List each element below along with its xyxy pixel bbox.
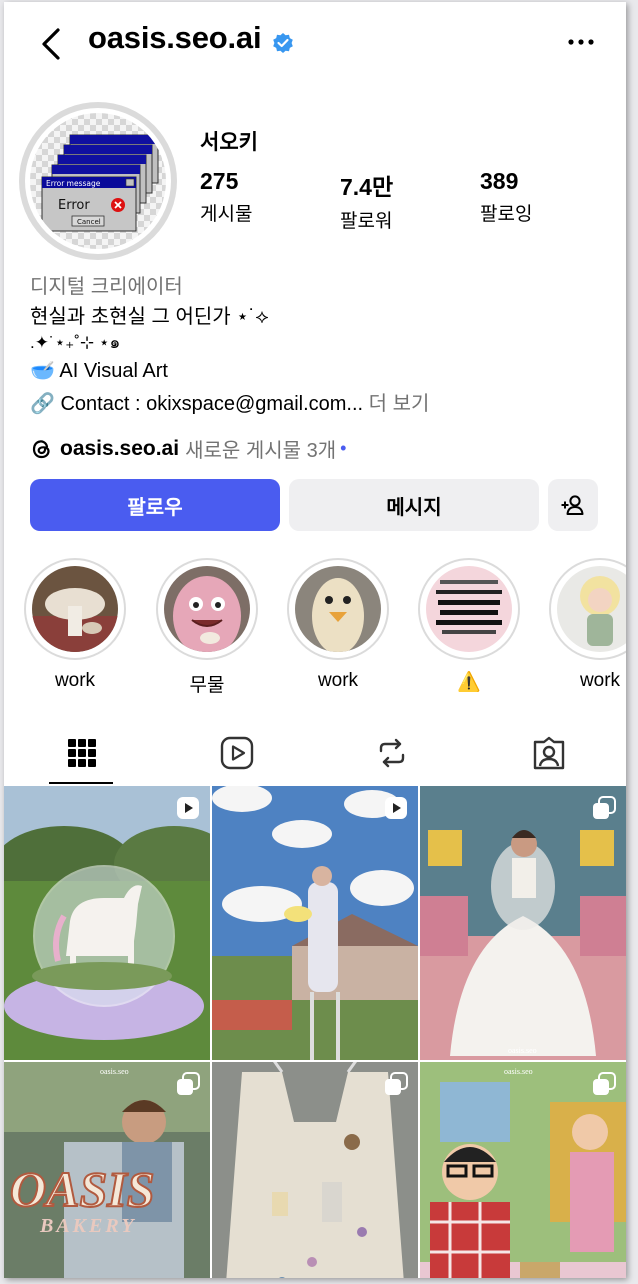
carousel-badge-icon (593, 796, 616, 819)
post-thumbnail[interactable] (4, 786, 210, 1060)
highlight-label: work (317, 670, 359, 691)
highlight-label: work (579, 670, 621, 691)
active-tab-indicator (49, 782, 113, 784)
highlight-label: 무물 (189, 675, 225, 696)
threads-badge[interactable]: oasis.seo.ai 새로운 게시물 3개 • (30, 434, 346, 463)
suggest-people-button[interactable] (548, 479, 598, 531)
highlight-work-mushroom[interactable]: work (24, 558, 126, 692)
tab-reposts[interactable] (314, 720, 469, 786)
carousel-badge-icon (385, 1072, 408, 1095)
more-link[interactable]: 더 보기 (369, 393, 430, 415)
highlight-work-doll[interactable]: work (549, 558, 626, 692)
username-title: oasis.seo.ai (88, 20, 262, 55)
post-thumbnail[interactable] (212, 786, 418, 1060)
contact-text: Contact : okixspace@gmail.com... (60, 393, 364, 415)
carousel-badge-icon (593, 1072, 616, 1095)
watermark-text: oasis.seo (100, 1067, 129, 1076)
follow-button[interactable]: 팔로우 (30, 479, 280, 531)
more-options-icon[interactable] (566, 32, 596, 52)
back-arrow-icon[interactable] (36, 24, 66, 64)
add-person-icon (561, 495, 584, 515)
tab-tagged[interactable] (471, 720, 626, 786)
bowl-emoji-icon: 🥣 (30, 360, 55, 382)
grid-icon (67, 739, 96, 767)
watermark-text: oasis.seo (504, 1067, 533, 1076)
threads-icon (32, 439, 50, 458)
post-thumbnail[interactable]: oasis.seo (420, 786, 626, 1060)
new-dot: • (340, 438, 347, 458)
post-thumbnail[interactable] (212, 1062, 418, 1278)
highlight-label: work (54, 670, 96, 691)
followers-stat[interactable]: 7.4만 팔로워 (340, 168, 393, 233)
highlight-label: ⚠️ (457, 672, 481, 693)
bio-line-2: .✦˙⋆₊˚⊹ ⋆๑ (30, 333, 121, 352)
profile-screen: oasis.seo.ai Error message Error Cancel … (4, 2, 626, 1278)
post-thumbnail[interactable]: oasis.seo (420, 1062, 626, 1278)
posts-stat[interactable]: 275 게시물 (200, 168, 252, 226)
followers-label: 팔로워 (340, 211, 393, 232)
followers-count: 7.4만 (340, 174, 394, 200)
verified-badge-icon (273, 33, 293, 53)
post-title-text: OASIS (10, 1161, 155, 1217)
repost-icon (379, 738, 404, 768)
avatar[interactable]: Error message Error Cancel (30, 113, 166, 249)
post-thumbnail[interactable]: oasis.seo OASIS BAKERY (4, 1062, 210, 1278)
watermark-text: oasis.seo (508, 1046, 537, 1055)
following-label: 팔로잉 (480, 204, 533, 225)
bio-line-3-text: AI Visual Art (59, 360, 168, 382)
tab-grid[interactable] (4, 720, 159, 786)
link-emoji-icon: 🔗 (30, 393, 55, 415)
carousel-badge-icon (177, 1072, 200, 1095)
bio-line-1: 현실과 초현실 그 어딘가 ⋆˙⟡ (30, 306, 269, 328)
bio-line-4: 🔗 Contact : okixspace@gmail.com... 더 보기 (30, 387, 429, 416)
threads-new-posts: 새로운 게시물 3개 (185, 440, 337, 462)
tagged-icon (533, 736, 564, 770)
reel-badge-icon (177, 797, 199, 819)
highlight-work-bird[interactable]: work (287, 558, 389, 692)
cancel-text: Cancel (77, 218, 101, 226)
display-name: 서오키 (200, 131, 258, 154)
following-stat[interactable]: 389 팔로잉 (480, 168, 532, 226)
category-label: 디지털 크리에이터 (30, 276, 183, 298)
post-subtitle-text: BAKERY (39, 1215, 137, 1237)
reel-badge-icon (385, 797, 407, 819)
reels-icon (220, 736, 253, 770)
bio-line-3: 🥣 AI Visual Art (30, 358, 168, 383)
error-title-text: Error message (46, 179, 101, 188)
posts-count: 275 (200, 168, 239, 194)
highlight-warning[interactable]: ⚠️ (418, 558, 520, 694)
following-count: 389 (480, 168, 519, 194)
highlight-qna[interactable]: 무물 (156, 558, 258, 697)
tab-reels[interactable] (159, 720, 314, 786)
top-bar: oasis.seo.ai (4, 2, 626, 86)
message-button[interactable]: 메시지 (289, 479, 539, 531)
posts-label: 게시물 (200, 204, 253, 225)
error-word-text: Error (58, 198, 90, 213)
threads-username: oasis.seo.ai (60, 436, 180, 460)
